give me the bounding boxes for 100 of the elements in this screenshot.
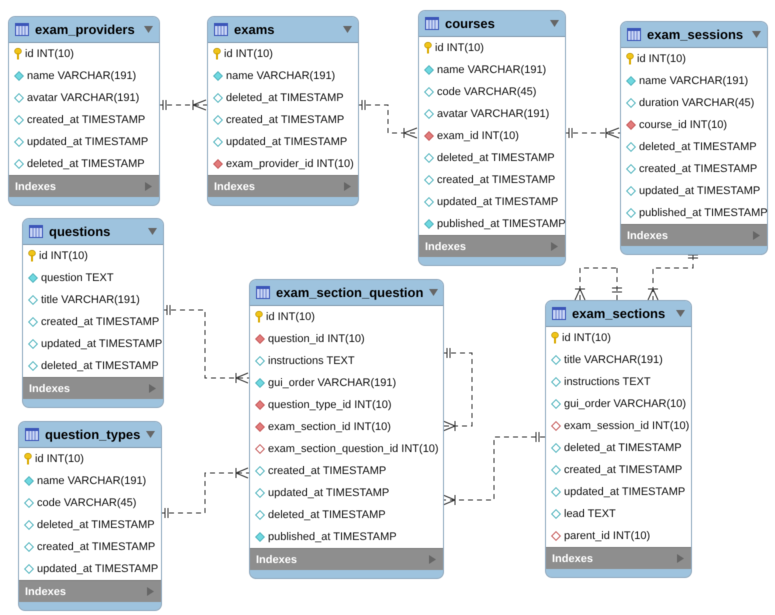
- diamond-icon: [213, 115, 223, 125]
- table-icon: [15, 23, 29, 36]
- column-label: created_at TIMESTAMP: [37, 541, 156, 553]
- indexes-bar[interactable]: Indexes: [208, 175, 358, 205]
- column-label: id INT(10): [435, 42, 484, 54]
- diamond-icon: [213, 71, 223, 81]
- column-label: created_at TIMESTAMP: [41, 316, 160, 328]
- diamond-icon: [14, 159, 24, 169]
- relationship-line: [158, 100, 208, 110]
- diamond-icon: [626, 208, 636, 218]
- caret-icon[interactable]: [676, 554, 685, 563]
- column-label: published_at TIMESTAMP: [639, 207, 767, 219]
- caret-icon[interactable]: [550, 242, 559, 251]
- column-label: name VARCHAR(191): [37, 475, 146, 487]
- column-label: updated_at TIMESTAMP: [564, 486, 686, 498]
- diamond-icon: [551, 509, 561, 519]
- column-label: updated_at TIMESTAMP: [437, 196, 558, 208]
- column-label: updated_at TIMESTAMP: [41, 338, 162, 350]
- key-icon: [626, 53, 634, 65]
- table-card[interactable]: exams id INT(10) name VARCHAR(191) deleted_at TIMESTAMP created_at TIMESTAMP updated_at TIMESTAMP exam_provider_id INT(10) Indexes: [207, 16, 359, 206]
- column-label: deleted_at TIMESTAMP: [41, 360, 159, 372]
- column-label: gui_order VARCHAR(10): [564, 398, 686, 410]
- caret-icon[interactable]: [676, 309, 685, 318]
- column-label: avatar VARCHAR(191): [27, 92, 140, 104]
- column-label: exam_provider_id INT(10): [226, 158, 354, 170]
- column-label: exam_section_id INT(10): [268, 421, 391, 433]
- diamond-icon: [424, 65, 434, 75]
- indexes-label: Indexes: [15, 180, 56, 192]
- column-label: deleted_at TIMESTAMP: [437, 152, 555, 164]
- diamond-icon: [424, 175, 434, 185]
- diamond-icon: [551, 487, 561, 497]
- diamond-icon: [24, 542, 34, 552]
- column-label: exam_session_id INT(10): [564, 420, 690, 432]
- column-label: title VARCHAR(191): [41, 294, 140, 306]
- table-card[interactable]: [545, 300, 692, 578]
- caret-icon[interactable]: [148, 227, 157, 236]
- column-label: name VARCHAR(191): [437, 64, 546, 76]
- column-label: id INT(10): [224, 48, 273, 60]
- column-label: updated_at TIMESTAMP: [268, 487, 390, 499]
- indexes-label: Indexes: [552, 552, 593, 564]
- diamond-icon: [14, 93, 24, 103]
- indexes-bar[interactable]: Indexes: [19, 580, 161, 610]
- column-label: code VARCHAR(45): [37, 497, 136, 509]
- column-label: instructions TEXT: [268, 355, 355, 367]
- indexes-label: Indexes: [214, 180, 255, 192]
- diamond-icon: [255, 510, 265, 520]
- column-label: published_at TIMESTAMP: [268, 531, 397, 543]
- caret-icon[interactable]: [144, 25, 153, 34]
- indexes-bar[interactable]: Indexes: [9, 175, 159, 205]
- column-label: question_type_id INT(10): [268, 399, 392, 411]
- caret-icon[interactable]: [144, 182, 153, 191]
- table-card[interactable]: exam_sessions id INT(10) name VARCHAR(191) duration VARCHAR(45) course_id INT(10) deleted_at TIMESTAMP created_at TIMESTAMP updated_at TIMESTAMP published_at TIMESTAMP Indexes: [620, 21, 768, 255]
- table-icon: [256, 286, 270, 299]
- column-label: created_at TIMESTAMP: [564, 464, 682, 476]
- column-label: parent_id INT(10): [564, 530, 650, 542]
- table-icon: [425, 17, 439, 30]
- column-label: id INT(10): [35, 453, 84, 465]
- column-label: id INT(10): [39, 250, 88, 262]
- indexes-label: Indexes: [29, 382, 70, 394]
- indexes-bar[interactable]: Indexes: [419, 235, 565, 265]
- caret-icon[interactable]: [148, 384, 157, 393]
- table-card[interactable]: exam_providers id INT(10) name VARCHAR(191) avatar VARCHAR(191) created_at TIMESTAMP updated_at TIMESTAMP deleted_at TIMESTAMP Indexes: [8, 16, 160, 206]
- table-icon: [627, 28, 641, 41]
- caret-icon[interactable]: [429, 288, 438, 297]
- diamond-icon: [255, 466, 265, 476]
- indexes-bar[interactable]: Indexes: [250, 548, 443, 578]
- diamond-icon: [626, 142, 636, 152]
- caret-icon[interactable]: [146, 430, 156, 439]
- column-label: deleted_at TIMESTAMP: [268, 509, 386, 521]
- indexes-bar[interactable]: Indexes: [546, 547, 691, 577]
- caret-icon[interactable]: [752, 231, 761, 240]
- caret-icon[interactable]: [343, 25, 352, 34]
- table-card[interactable]: questions id INT(10) question TEXT title VARCHAR(191) created_at TIMESTAMP updated_at TIMESTAMP deleted_at TIMESTAMP Indexes: [22, 218, 164, 408]
- table-card[interactable]: [249, 279, 444, 579]
- table-name: exam_section_question: [276, 285, 424, 300]
- diamond-icon: [14, 137, 24, 147]
- indexes-bar[interactable]: Indexes: [23, 377, 163, 407]
- caret-icon[interactable]: [428, 555, 437, 564]
- diamond-icon: [28, 317, 38, 327]
- table-name: exams: [234, 22, 276, 37]
- column-label: created_at TIMESTAMP: [27, 114, 146, 126]
- table-card[interactable]: courses id INT(10) name VARCHAR(191) code VARCHAR(45) avatar VARCHAR(191) exam_id INT(10) deleted_at TIMESTAMP created_at TIMESTAMP updated_at TIMESTAMP published_at TIMESTAMP Indexes: [418, 10, 566, 266]
- column-label: instructions TEXT: [564, 376, 651, 388]
- key-icon: [255, 311, 263, 323]
- caret-icon[interactable]: [146, 587, 155, 596]
- column-label: question_id INT(10): [268, 333, 365, 345]
- caret-icon[interactable]: [550, 19, 559, 28]
- indexes-bar[interactable]: Indexes: [621, 224, 767, 254]
- column-label: gui_order VARCHAR(191): [268, 377, 396, 389]
- diamond-icon: [255, 334, 265, 344]
- table-name: exam_sessions: [647, 27, 744, 42]
- caret-icon[interactable]: [752, 30, 761, 39]
- key-icon: [24, 453, 32, 465]
- diamond-icon: [424, 87, 434, 97]
- diamond-icon: [424, 219, 434, 229]
- diamond-icon: [24, 498, 34, 508]
- table-name: courses: [445, 16, 496, 31]
- column-label: duration VARCHAR(45): [639, 97, 754, 109]
- caret-icon[interactable]: [343, 182, 352, 191]
- table-card[interactable]: question_types id INT(10) name VARCHAR(191) code VARCHAR(45) deleted_at TIMESTAMP created_at TIMESTAMP updated_at TIMESTAMP Indexes: [18, 421, 162, 611]
